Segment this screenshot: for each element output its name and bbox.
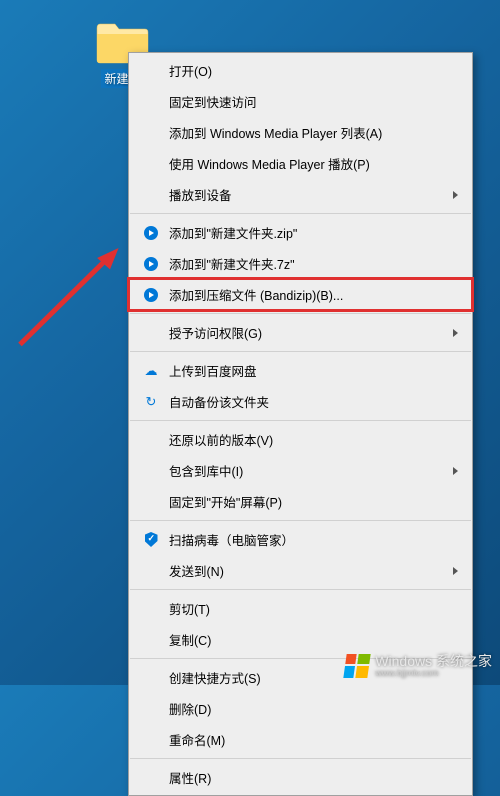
- chevron-right-icon: [453, 329, 458, 337]
- shield-icon: ✓: [141, 532, 161, 548]
- menu-pin-quick-access[interactable]: 固定到快速访问: [129, 86, 472, 117]
- menu-add-wmp-list[interactable]: 添加到 Windows Media Player 列表(A): [129, 117, 472, 148]
- menu-separator: [130, 420, 471, 421]
- menu-label: 固定到"开始"屏幕(P): [161, 492, 462, 511]
- cloud-upload-icon: ☁: [141, 363, 161, 379]
- bandizip-icon: [141, 256, 161, 272]
- menu-label: 打开(O): [161, 61, 462, 80]
- menu-add-zip[interactable]: 添加到"新建文件夹.zip": [129, 217, 472, 248]
- menu-cut[interactable]: 剪切(T): [129, 593, 472, 624]
- menu-baidu-upload[interactable]: ☁ 上传到百度网盘: [129, 355, 472, 386]
- menu-add-7z[interactable]: 添加到"新建文件夹.7z": [129, 248, 472, 279]
- refresh-icon: ↻: [141, 394, 161, 410]
- menu-rename[interactable]: 重命名(M): [129, 724, 472, 755]
- bandizip-icon: [141, 225, 161, 241]
- chevron-right-icon: [453, 191, 458, 199]
- menu-separator: [130, 758, 471, 759]
- menu-label: 自动备份该文件夹: [161, 392, 462, 411]
- menu-label: 属性(R): [161, 768, 462, 787]
- menu-separator: [130, 589, 471, 590]
- menu-label: 授予访问权限(G): [161, 323, 453, 342]
- menu-label: 重命名(M): [161, 730, 462, 749]
- menu-pin-to-start[interactable]: 固定到"开始"屏幕(P): [129, 486, 472, 517]
- menu-label: 复制(C): [161, 630, 462, 649]
- menu-separator: [130, 520, 471, 521]
- menu-label: 添加到"新建文件夹.7z": [161, 254, 462, 273]
- menu-delete[interactable]: 删除(D): [129, 693, 472, 724]
- menu-scan-virus[interactable]: ✓ 扫描病毒（电脑管家）: [129, 524, 472, 555]
- menu-add-bandizip[interactable]: 添加到压缩文件 (Bandizip)(B)...: [129, 279, 472, 310]
- menu-label: 添加到 Windows Media Player 列表(A): [161, 123, 462, 142]
- context-menu: 打开(O) 固定到快速访问 添加到 Windows Media Player 列…: [128, 52, 473, 796]
- menu-previous-versions[interactable]: 还原以前的版本(V): [129, 424, 472, 455]
- bandizip-icon: [141, 287, 161, 303]
- menu-label: 使用 Windows Media Player 播放(P): [161, 154, 462, 173]
- menu-auto-backup[interactable]: ↻ 自动备份该文件夹: [129, 386, 472, 417]
- menu-properties[interactable]: 属性(R): [129, 762, 472, 793]
- menu-label: 固定到快速访问: [161, 92, 462, 111]
- windows-logo-icon: [344, 654, 371, 678]
- menu-separator: [130, 213, 471, 214]
- menu-include-in-library[interactable]: 包含到库中(I): [129, 455, 472, 486]
- watermark: Windows 系统之家 www.bjjmlv.com: [345, 654, 492, 679]
- menu-copy[interactable]: 复制(C): [129, 624, 472, 655]
- menu-label: 添加到压缩文件 (Bandizip)(B)...: [161, 285, 462, 304]
- menu-separator: [130, 351, 471, 352]
- menu-grant-access[interactable]: 授予访问权限(G): [129, 317, 472, 348]
- chevron-right-icon: [453, 567, 458, 575]
- watermark-title: Windows 系统之家: [375, 654, 492, 669]
- menu-label: 上传到百度网盘: [161, 361, 462, 380]
- menu-label: 还原以前的版本(V): [161, 430, 462, 449]
- menu-label: 剪切(T): [161, 599, 462, 618]
- watermark-url: www.bjjmlv.com: [375, 669, 492, 679]
- menu-send-to[interactable]: 发送到(N): [129, 555, 472, 586]
- menu-play-wmp[interactable]: 使用 Windows Media Player 播放(P): [129, 148, 472, 179]
- menu-label: 扫描病毒（电脑管家）: [161, 530, 462, 549]
- menu-open[interactable]: 打开(O): [129, 55, 472, 86]
- menu-cast-to-device[interactable]: 播放到设备: [129, 179, 472, 210]
- menu-separator: [130, 313, 471, 314]
- chevron-right-icon: [453, 467, 458, 475]
- menu-label: 播放到设备: [161, 185, 453, 204]
- menu-label: 包含到库中(I): [161, 461, 453, 480]
- menu-label: 添加到"新建文件夹.zip": [161, 223, 462, 242]
- menu-label: 删除(D): [161, 699, 462, 718]
- menu-label: 发送到(N): [161, 561, 453, 580]
